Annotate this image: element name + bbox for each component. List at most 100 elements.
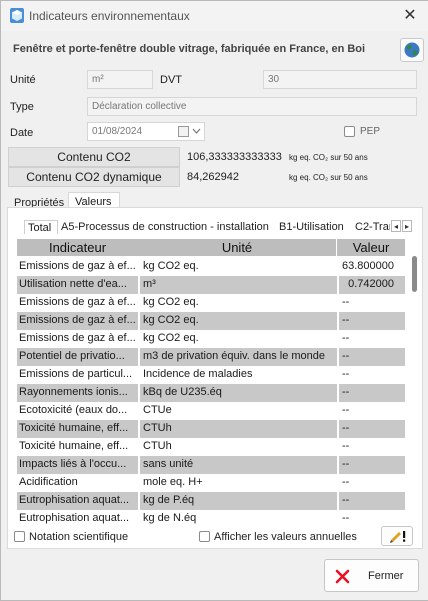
dvt-label: DVT [160, 74, 182, 86]
cell-valeur: 63.800000 [342, 260, 394, 272]
annuelles-checkbox[interactable] [199, 531, 210, 542]
cell-indicateur: Ecotoxicité (eaux do... [19, 404, 128, 416]
export-button[interactable] [381, 526, 413, 546]
column-divider [138, 312, 140, 330]
co2-content-value: 106,333333333333 [187, 151, 282, 163]
edit-export-icon [390, 531, 406, 543]
cell-unite: m³ [143, 278, 156, 290]
table-row[interactable]: Eutrophisation aquat... kg de P.éq -- [17, 492, 405, 510]
cell-indicateur: Emissions de gaz à ef... [19, 296, 135, 308]
cell-valeur: -- [342, 350, 350, 362]
tab-scroll-left-icon[interactable]: ◂ [391, 220, 401, 232]
column-divider [337, 330, 339, 348]
column-header-indicateur[interactable]: Indicateur [17, 239, 140, 256]
table-row[interactable]: Emissions de gaz à ef... kg CO2 eq. 63.800… [17, 258, 405, 276]
column-header-unite[interactable]: Unité [138, 239, 338, 256]
column-divider [337, 510, 339, 524]
column-divider [337, 384, 339, 402]
table-row[interactable]: Potentiel de privatio... m3 de privation … [17, 348, 405, 366]
cell-valeur: -- [342, 476, 350, 488]
table-row[interactable]: Utilisation nette d'ea... m³ 0.742000 [17, 276, 405, 294]
cell-unite: kBq de U235.éq [143, 386, 222, 398]
co2-dynamic-label: Contenu CO2 dynamique [8, 167, 180, 187]
column-divider [138, 384, 140, 402]
cell-valeur: -- [342, 332, 350, 344]
subtab-total[interactable]: Total [24, 220, 58, 234]
cell-unite: kg CO2 eq. [143, 260, 199, 272]
calendar-dropdown-icon[interactable] [178, 126, 202, 137]
cell-valeur: -- [342, 440, 350, 452]
table-row[interactable]: Eutrophisation aquat... kg de N.éq -- [17, 510, 405, 524]
column-divider [138, 492, 140, 510]
pep-checkbox[interactable] [344, 126, 355, 137]
cell-indicateur: Toxicité humaine, eff... [19, 422, 129, 434]
column-divider [337, 294, 339, 312]
cell-unite: CTUe [143, 404, 172, 416]
table-row[interactable]: Toxicité humaine, eff... CTUh -- [17, 420, 405, 438]
notation-label: Notation scientifique [29, 531, 129, 543]
column-divider [337, 474, 339, 492]
column-divider [138, 276, 140, 294]
date-label: Date [10, 127, 34, 139]
tab-scroll-right-icon[interactable]: ▸ [402, 220, 412, 232]
cell-valeur: -- [342, 458, 350, 470]
table-row[interactable]: Toxicité humaine, eff... CTUh -- [17, 438, 405, 456]
column-divider [337, 312, 339, 330]
product-name: Fenêtre et porte-fenêtre double vitrage,… [13, 43, 366, 55]
indicator-grid[interactable]: Indicateur Unité Valeur Emissions de gaz… [14, 236, 419, 524]
subtab-a5[interactable]: A5-Processus de construction - installat… [61, 221, 269, 233]
cell-unite: CTUh [143, 422, 172, 434]
table-row[interactable]: Rayonnements ionis... kBq de U235.éq -- [17, 384, 405, 402]
cell-indicateur: Emissions de gaz à ef... [19, 332, 135, 344]
cell-valeur: -- [342, 368, 350, 380]
cell-unite: kg CO2 eq. [143, 314, 199, 326]
tab-valeurs[interactable]: Valeurs [68, 192, 120, 208]
globe-button[interactable] [400, 38, 424, 62]
column-divider [138, 294, 140, 312]
co2-dynamic-unit: kg eq. CO₂ sur 50 ans [289, 173, 368, 182]
subtab-total-label: Total [28, 222, 52, 234]
globe-icon [404, 42, 420, 58]
column-divider [138, 510, 140, 524]
cell-valeur: -- [342, 512, 350, 524]
fermer-button[interactable]: Fermer [324, 559, 419, 592]
table-row[interactable]: Ecotoxicité (eaux do... CTUe -- [17, 402, 405, 420]
co2-dynamic-value: 84,262942 [187, 171, 239, 183]
column-header-valeur[interactable]: Valeur [337, 239, 405, 256]
cell-unite: kg CO2 eq. [143, 296, 199, 308]
cell-valeur: -- [342, 296, 350, 308]
cell-indicateur: Emissions de gaz à ef... [19, 260, 135, 272]
subtab-b1[interactable]: B1-Utilisation [279, 221, 344, 233]
table-row[interactable]: Emissions de gaz à ef... kg CO2 eq. -- [17, 330, 405, 348]
type-field[interactable]: Déclaration collective [87, 97, 417, 116]
cell-unite: kg de N.éq [143, 512, 197, 524]
cell-valeur: -- [342, 314, 350, 326]
column-divider [138, 438, 140, 456]
column-divider [138, 330, 140, 348]
table-row[interactable]: Emissions de particul... Incidence de mal… [17, 366, 405, 384]
table-row[interactable]: Impacts liés à l'occu... sans unité -- [17, 456, 405, 474]
column-divider [337, 348, 339, 366]
app-cube-icon [10, 8, 24, 23]
notation-checkbox[interactable] [14, 531, 25, 542]
column-divider [337, 258, 339, 276]
unite-field[interactable]: m² [87, 70, 153, 89]
close-icon[interactable]: ✕ [393, 3, 427, 29]
window-title: Indicateurs environnementaux [29, 9, 190, 23]
cell-unite: kg CO2 eq. [143, 332, 199, 344]
cell-indicateur: Toxicité humaine, eff... [19, 440, 129, 452]
table-row[interactable]: Emissions de gaz à ef... kg CO2 eq. -- [17, 312, 405, 330]
column-divider [138, 474, 140, 492]
cell-unite: sans unité [143, 458, 194, 470]
table-row[interactable]: Acidification mole eq. H+ -- [17, 474, 405, 492]
table-row[interactable]: Emissions de gaz à ef... kg CO2 eq. -- [17, 294, 405, 312]
cell-unite: m3 de privation équiv. dans le monde [143, 350, 326, 362]
date-value: 01/08/2024 [92, 126, 143, 137]
dvt-field[interactable]: 30 [263, 70, 417, 89]
cell-indicateur: Potentiel de privatio... [19, 350, 125, 362]
subtab-c2[interactable]: C2-Tran [355, 221, 390, 233]
cell-unite: CTUh [143, 440, 172, 452]
column-divider [337, 492, 339, 510]
dialog-window: Indicateurs environnementaux ✕ Fenêtre e… [0, 0, 428, 601]
grid-scrollbar[interactable] [412, 256, 417, 292]
